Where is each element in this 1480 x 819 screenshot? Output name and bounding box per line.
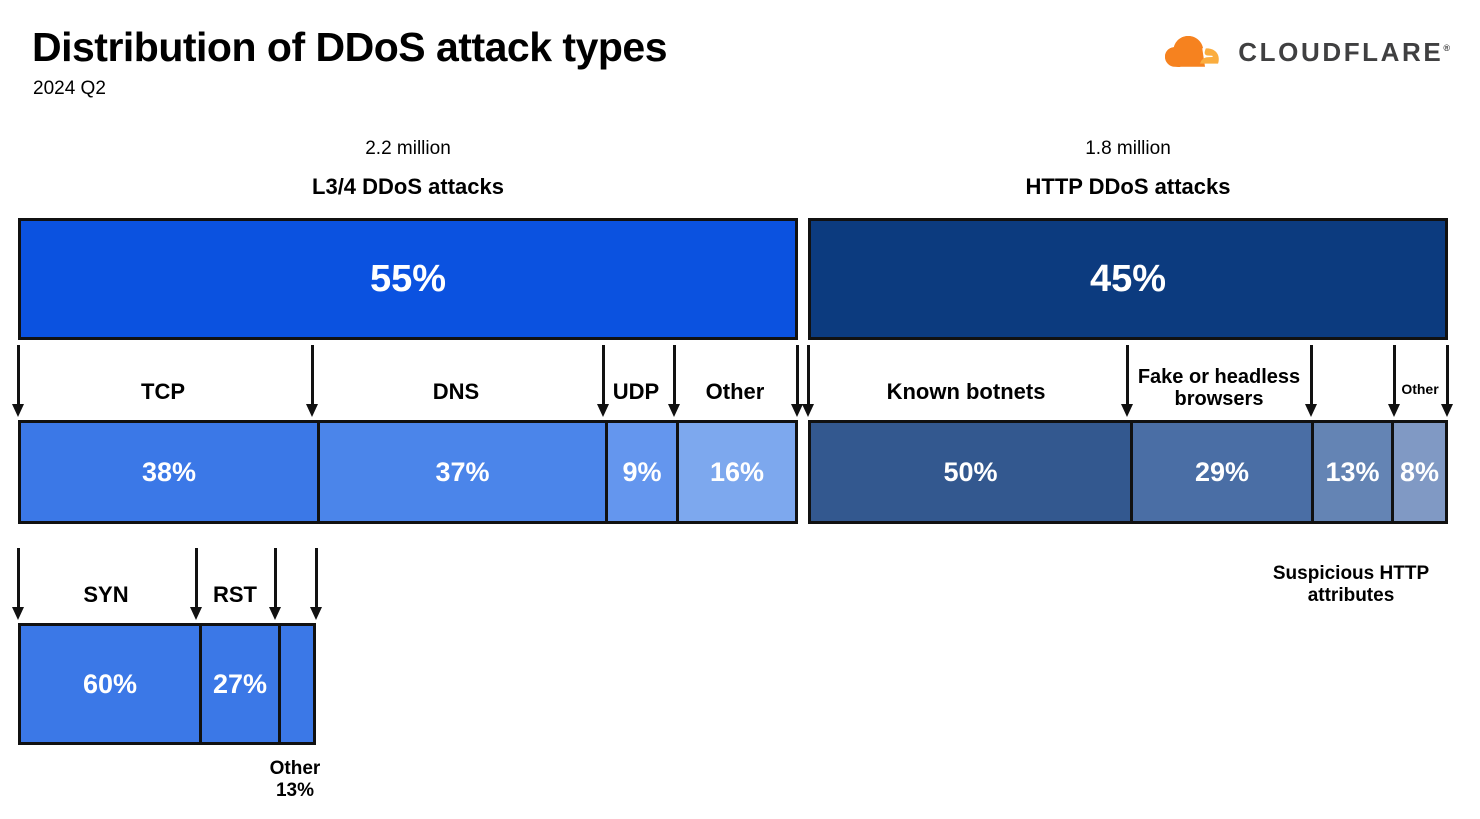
segment-udp[interactable]: 9% <box>605 423 676 521</box>
segment-other-tcp[interactable] <box>278 626 313 742</box>
segment-suspicious-http[interactable]: 13% <box>1311 423 1391 521</box>
label-syn: SYN <box>83 582 129 607</box>
arrow-to-other-l34 <box>668 345 681 417</box>
segment-dns[interactable]: 37% <box>317 423 605 521</box>
l34-attack-title: L3/4 DDoS attacks <box>312 174 504 199</box>
page-title: Distribution of DDoS attack types <box>32 24 668 70</box>
segment-other-l34[interactable]: 16% <box>676 423 795 521</box>
label-other-l34: Other <box>705 379 765 404</box>
arrow-tcp-end <box>310 548 323 620</box>
http-attack-title: HTTP DDoS attacks <box>1025 174 1231 199</box>
callout-other-tcp: Other 13% <box>269 758 321 801</box>
tcp-level3-bar: 60% 27% <box>18 623 316 745</box>
l34-level1-segment[interactable]: 55% <box>21 221 795 337</box>
segment-syn[interactable]: 60% <box>21 626 199 742</box>
segment-tcp[interactable]: 38% <box>21 423 317 521</box>
segment-rst[interactable]: 27% <box>199 626 278 742</box>
arrow-to-other-http <box>1388 345 1401 417</box>
segment-other-http[interactable]: 8% <box>1391 423 1445 521</box>
l34-level2-bar: 38% 37% 9% 16% <box>18 420 798 524</box>
l34-attack-count: 2.2 million <box>365 138 451 159</box>
label-fake-browsers: Fake or headless browsers <box>1137 366 1301 411</box>
arrow-http-end <box>1441 345 1454 417</box>
cloudflare-logo: CLOUDFLARE <box>1163 28 1450 76</box>
label-tcp: TCP <box>141 379 185 404</box>
label-udp: UDP <box>612 379 660 404</box>
segment-known-botnets[interactable]: 50% <box>811 423 1130 521</box>
label-other-http: Other <box>1401 381 1439 397</box>
label-rst: RST <box>213 582 257 607</box>
http-attack-count: 1.8 million <box>1085 138 1171 159</box>
label-known-botnets: Known botnets <box>886 379 1046 404</box>
page-subtitle: 2024 Q2 <box>33 78 106 99</box>
l34-level1-bar: 55% <box>18 218 798 340</box>
callout-suspicious-http: Suspicious HTTP attributes <box>1272 563 1430 606</box>
label-dns: DNS <box>432 379 480 404</box>
cloudflare-cloud-icon <box>1165 36 1220 67</box>
cloudflare-wordmark: CLOUDFLARE <box>1238 39 1450 65</box>
segment-fake-browsers[interactable]: 29% <box>1130 423 1311 521</box>
http-level1-bar: 45% <box>808 218 1448 340</box>
arrow-to-other-tcp <box>269 548 282 620</box>
http-level2-bar: 50% 29% 13% 8% <box>808 420 1448 524</box>
http-level1-segment[interactable]: 45% <box>811 221 1445 337</box>
